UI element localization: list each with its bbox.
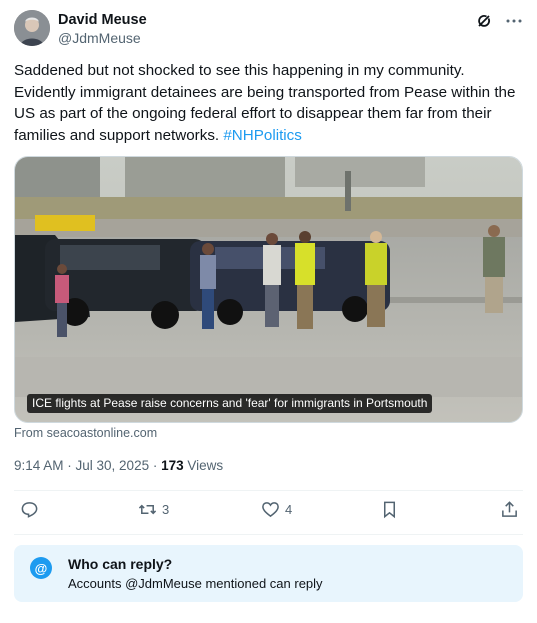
retweet-button[interactable]: 3 bbox=[138, 500, 169, 519]
bookmark-icon bbox=[380, 500, 399, 519]
share-button[interactable] bbox=[500, 500, 524, 519]
who-can-reply-title: Who can reply? bbox=[68, 556, 173, 572]
retweet-icon bbox=[138, 500, 157, 519]
link-card-caption[interactable]: ICE flights at Pease raise concerns and … bbox=[27, 394, 433, 413]
divider bbox=[14, 490, 523, 491]
hashtag-link[interactable]: #NHPolitics bbox=[223, 127, 302, 144]
photo-tarmac-scene bbox=[15, 157, 522, 422]
who-can-reply-box: @ Who can reply? Accounts @JdmMeuse ment… bbox=[14, 545, 523, 602]
author-handle[interactable]: @JdmMeuse bbox=[58, 29, 147, 47]
more-icon[interactable] bbox=[505, 12, 523, 30]
at-sign-icon: @ bbox=[30, 557, 52, 579]
avatar[interactable] bbox=[14, 10, 50, 46]
reply-button[interactable] bbox=[20, 500, 44, 519]
like-count: 4 bbox=[285, 502, 293, 517]
share-icon bbox=[500, 500, 519, 519]
tweet-text: Saddened but not shocked to see this hap… bbox=[14, 60, 520, 146]
who-can-reply-subtitle: Accounts @JdmMeuse mentioned can reply bbox=[68, 576, 323, 591]
views-count: 173 bbox=[161, 458, 184, 473]
bookmark-button[interactable] bbox=[380, 500, 404, 519]
link-source[interactable]: From seacoastonline.com bbox=[14, 426, 157, 440]
header-icons bbox=[475, 12, 523, 30]
tweet-meta: 9:14 AM · Jul 30, 2025 · 173 Views bbox=[14, 458, 223, 473]
author-display-name[interactable]: David Meuse bbox=[58, 11, 147, 29]
heart-icon bbox=[261, 500, 280, 519]
link-card-image[interactable]: ICE flights at Pease raise concerns and … bbox=[14, 156, 523, 423]
tweet-header: David Meuse @JdmMeuse bbox=[14, 10, 523, 50]
author-names: David Meuse @JdmMeuse bbox=[58, 11, 147, 47]
views-label: Views bbox=[183, 458, 224, 473]
reply-icon bbox=[20, 500, 39, 519]
tweet-card: David Meuse @JdmMeuse Saddened but not s… bbox=[0, 0, 537, 623]
retweet-count: 3 bbox=[162, 502, 170, 517]
like-button[interactable]: 4 bbox=[261, 500, 292, 519]
divider bbox=[14, 534, 523, 535]
action-bar: 3 4 bbox=[14, 500, 523, 526]
grok-icon[interactable] bbox=[475, 12, 493, 30]
timestamp[interactable]: 9:14 AM · Jul 30, 2025 · bbox=[14, 458, 161, 473]
